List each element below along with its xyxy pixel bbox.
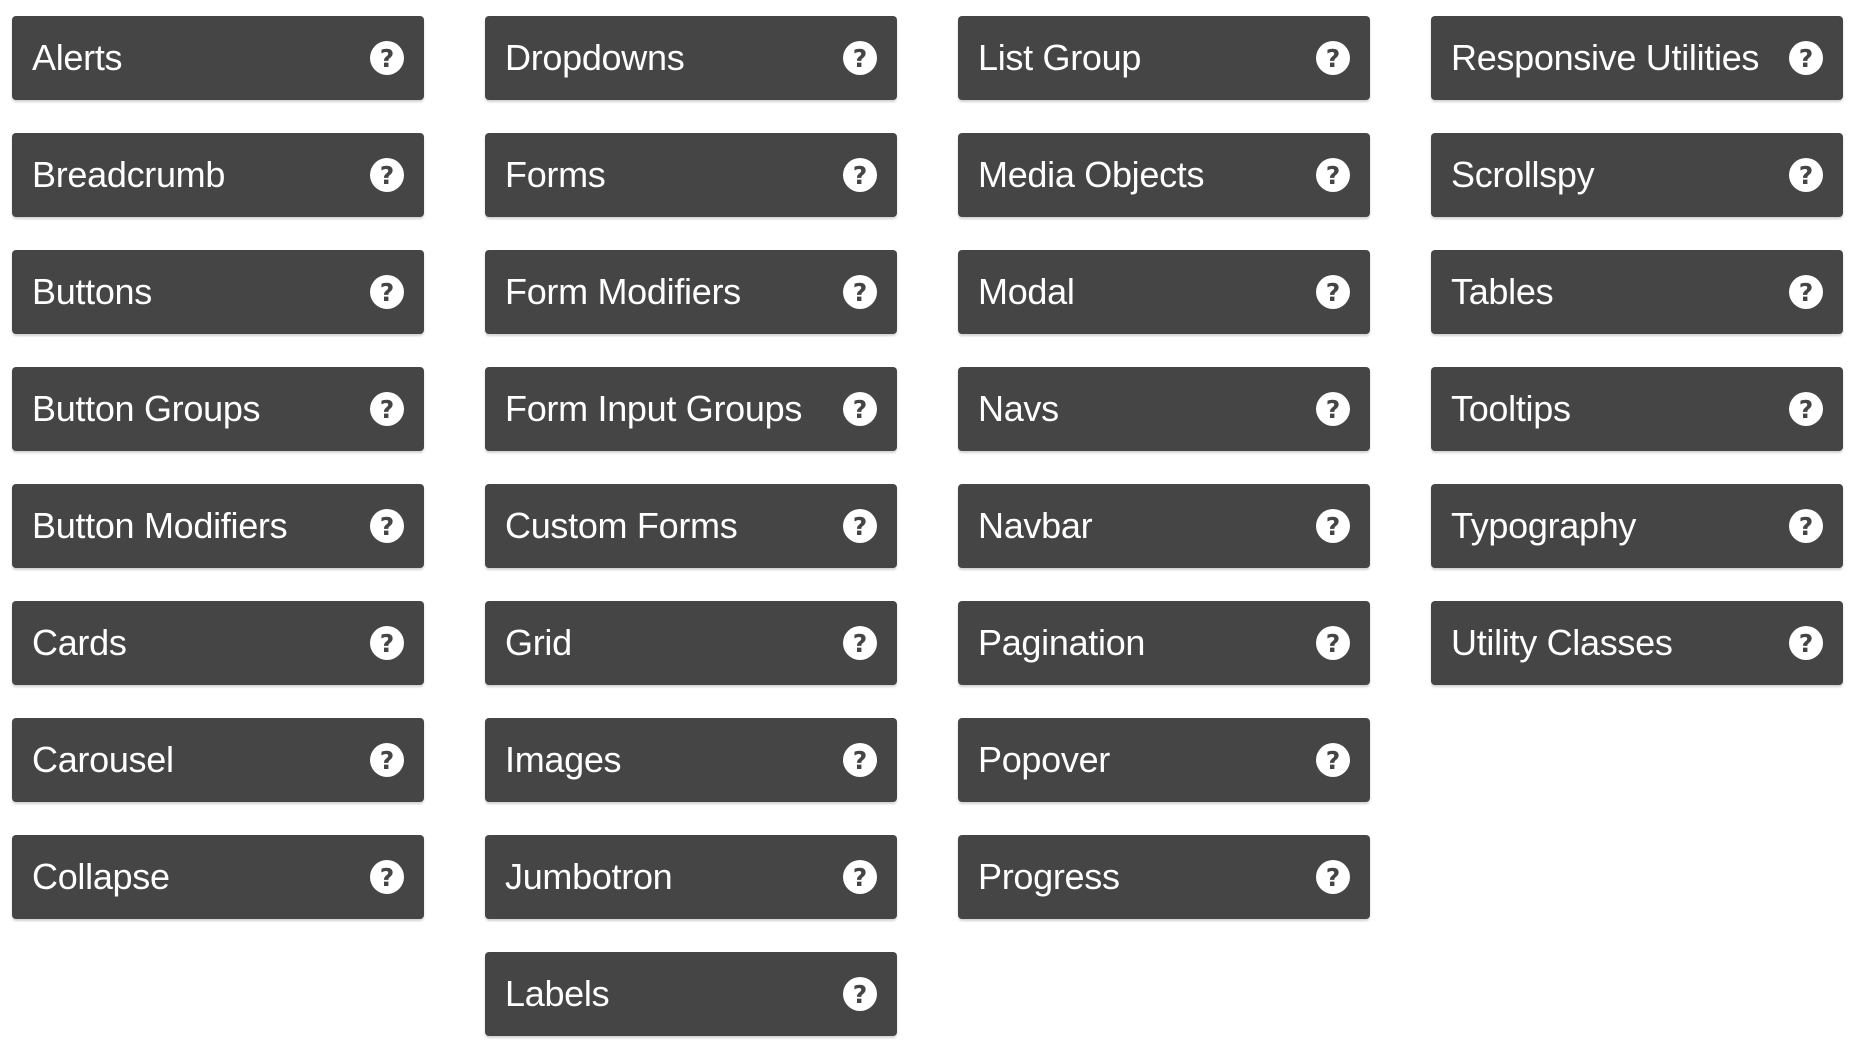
question-circle-icon[interactable]: ? xyxy=(370,158,404,192)
question-circle-icon[interactable]: ? xyxy=(1316,392,1350,426)
component-tile-pagination[interactable]: Pagination? xyxy=(958,601,1370,685)
component-tile-label: Tables xyxy=(1451,271,1554,312)
question-circle-icon[interactable]: ? xyxy=(370,626,404,660)
question-circle-icon[interactable]: ? xyxy=(1789,41,1823,75)
component-tile-label: Modal xyxy=(978,271,1075,312)
component-tile-cards[interactable]: Cards? xyxy=(12,601,424,685)
component-tile-typography[interactable]: Typography? xyxy=(1431,484,1843,568)
component-tile-label: Cards xyxy=(32,622,127,663)
component-tile-popover[interactable]: Popover? xyxy=(958,718,1370,802)
component-tile-label: Popover xyxy=(978,739,1110,780)
question-circle-icon[interactable]: ? xyxy=(1789,275,1823,309)
component-tile-button-groups[interactable]: Button Groups? xyxy=(12,367,424,451)
question-circle-icon[interactable]: ? xyxy=(1316,626,1350,660)
component-tile-collapse[interactable]: Collapse? xyxy=(12,835,424,919)
question-circle-icon[interactable]: ? xyxy=(1316,41,1350,75)
component-tile-label: Tooltips xyxy=(1451,388,1571,429)
component-tile-label: Button Modifiers xyxy=(32,505,288,546)
component-tile-dropdowns[interactable]: Dropdowns? xyxy=(485,16,897,100)
component-tile-custom-forms[interactable]: Custom Forms? xyxy=(485,484,897,568)
component-tile-label: Labels xyxy=(505,973,610,1014)
component-tile-label: Dropdowns xyxy=(505,37,685,78)
component-tile-navs[interactable]: Navs? xyxy=(958,367,1370,451)
question-circle-icon[interactable]: ? xyxy=(1316,158,1350,192)
component-tile-carousel[interactable]: Carousel? xyxy=(12,718,424,802)
component-tile-label: Breadcrumb xyxy=(32,154,226,195)
question-circle-icon[interactable]: ? xyxy=(1316,275,1350,309)
component-tile-label: Typography xyxy=(1451,505,1637,546)
question-circle-icon[interactable]: ? xyxy=(370,860,404,894)
component-tile-buttons[interactable]: Buttons? xyxy=(12,250,424,334)
question-circle-icon[interactable]: ? xyxy=(843,41,877,75)
question-circle-icon[interactable]: ? xyxy=(370,509,404,543)
component-tile-label: Scrollspy xyxy=(1451,154,1595,195)
component-tile-list-group[interactable]: List Group? xyxy=(958,16,1370,100)
component-tile-label: Alerts xyxy=(32,37,123,78)
component-tile-modal[interactable]: Modal? xyxy=(958,250,1370,334)
question-circle-icon[interactable]: ? xyxy=(843,743,877,777)
component-tile-label: Navbar xyxy=(978,505,1093,546)
component-tile-label: Responsive Utilities xyxy=(1451,37,1760,78)
question-circle-icon[interactable]: ? xyxy=(1789,158,1823,192)
component-tile-grid[interactable]: Grid? xyxy=(485,601,897,685)
question-circle-icon[interactable]: ? xyxy=(1316,860,1350,894)
component-tile-form-input-groups[interactable]: Form Input Groups? xyxy=(485,367,897,451)
component-tile-label: Carousel xyxy=(32,739,174,780)
component-tile-labels[interactable]: Labels? xyxy=(485,952,897,1036)
question-circle-icon[interactable]: ? xyxy=(370,275,404,309)
component-tile-form-modifiers[interactable]: Form Modifiers? xyxy=(485,250,897,334)
component-tile-label: Forms xyxy=(505,154,606,195)
question-circle-icon[interactable]: ? xyxy=(843,275,877,309)
component-tile-label: Button Groups xyxy=(32,388,261,429)
question-circle-icon[interactable]: ? xyxy=(1789,392,1823,426)
component-tile-progress[interactable]: Progress? xyxy=(958,835,1370,919)
question-circle-icon[interactable]: ? xyxy=(843,977,877,1011)
component-tile-label: Navs xyxy=(978,388,1059,429)
component-tile-navbar[interactable]: Navbar? xyxy=(958,484,1370,568)
question-circle-icon[interactable]: ? xyxy=(370,392,404,426)
component-tile-label: Images xyxy=(505,739,622,780)
component-tile-label: Grid xyxy=(505,622,572,663)
component-tile-images[interactable]: Images? xyxy=(485,718,897,802)
component-tile-tables[interactable]: Tables? xyxy=(1431,250,1843,334)
component-tile-tooltips[interactable]: Tooltips? xyxy=(1431,367,1843,451)
question-circle-icon[interactable]: ? xyxy=(370,743,404,777)
question-circle-icon[interactable]: ? xyxy=(843,860,877,894)
component-tile-label: Collapse xyxy=(32,856,170,897)
question-circle-icon[interactable]: ? xyxy=(843,626,877,660)
question-circle-icon[interactable]: ? xyxy=(1789,509,1823,543)
component-tile-label: Jumbotron xyxy=(505,856,673,897)
component-tile-label: Form Input Groups xyxy=(505,388,803,429)
component-tile-breadcrumb[interactable]: Breadcrumb? xyxy=(12,133,424,217)
component-tile-label: Buttons xyxy=(32,271,152,312)
question-circle-icon[interactable]: ? xyxy=(1789,626,1823,660)
component-tile-utility-classes[interactable]: Utility Classes? xyxy=(1431,601,1843,685)
component-tile-button-modifiers[interactable]: Button Modifiers? xyxy=(12,484,424,568)
question-circle-icon[interactable]: ? xyxy=(370,41,404,75)
component-tile-scrollspy[interactable]: Scrollspy? xyxy=(1431,133,1843,217)
component-grid: Alerts? Breadcrumb? Buttons? Button Groups?… xyxy=(0,0,1850,1044)
component-tile-jumbotron[interactable]: Jumbotron? xyxy=(485,835,897,919)
question-circle-icon[interactable]: ? xyxy=(1316,743,1350,777)
component-tile-label: Form Modifiers xyxy=(505,271,741,312)
question-circle-icon[interactable]: ? xyxy=(843,509,877,543)
component-tile-label: List Group xyxy=(978,37,1142,78)
component-tile-label: Custom Forms xyxy=(505,505,738,546)
question-circle-icon[interactable]: ? xyxy=(1316,509,1350,543)
component-tile-alerts[interactable]: Alerts? xyxy=(12,16,424,100)
component-tile-media-objects[interactable]: Media Objects? xyxy=(958,133,1370,217)
component-tile-label: Pagination xyxy=(978,622,1146,663)
component-tile-label: Utility Classes xyxy=(1451,622,1673,663)
component-tile-forms[interactable]: Forms? xyxy=(485,133,897,217)
component-tile-label: Media Objects xyxy=(978,154,1205,195)
component-tile-responsive-utilities[interactable]: Responsive Utilities? xyxy=(1431,16,1843,100)
component-tile-label: Progress xyxy=(978,856,1120,897)
question-circle-icon[interactable]: ? xyxy=(843,158,877,192)
question-circle-icon[interactable]: ? xyxy=(843,392,877,426)
